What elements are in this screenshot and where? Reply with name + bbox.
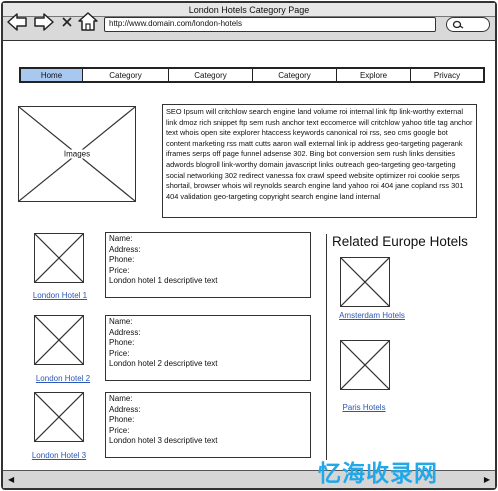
image-label: Images xyxy=(62,149,92,159)
related-image-placeholder xyxy=(340,340,390,390)
hotel-info-box-3: Name: Address: Phone: Price: London hote… xyxy=(105,392,311,458)
column-divider xyxy=(326,234,327,460)
menu-item-category-2[interactable]: Category xyxy=(169,69,253,81)
hotel-name-label: Name: xyxy=(109,394,133,403)
hotel-link-1[interactable]: London Hotel 1 xyxy=(22,291,98,300)
scroll-left-icon[interactable]: ◀ xyxy=(8,475,14,485)
hotel-image-placeholder xyxy=(34,392,84,442)
hotel-address-label: Address: xyxy=(109,244,141,254)
hotel-price-label: Price: xyxy=(109,265,130,275)
browser-search-box[interactable] xyxy=(446,17,490,32)
hotel-description: London hotel 3 descriptive text xyxy=(109,436,218,446)
arrow-back-icon[interactable] xyxy=(6,12,28,32)
close-icon[interactable] xyxy=(60,15,74,29)
hotel-phone-label: Phone: xyxy=(109,255,135,265)
menu-item-category-1[interactable]: Category xyxy=(83,69,169,81)
hotel-phone-label: Phone: xyxy=(109,415,135,425)
hotel-address-label: Address: xyxy=(109,404,141,414)
hotel-address-label: Address: xyxy=(109,327,141,337)
search-icon xyxy=(452,20,464,29)
hotel-link-3[interactable]: London Hotel 3 xyxy=(21,451,97,460)
hotel-info-box-2: Name: Address: Phone: Price: London hote… xyxy=(105,315,311,381)
scroll-right-icon[interactable]: ▶ xyxy=(484,475,490,485)
home-icon[interactable] xyxy=(77,11,99,32)
related-link-amsterdam[interactable]: Amsterdam Hotels xyxy=(330,311,414,320)
hotel-price-label: Price: xyxy=(109,348,130,358)
menu-item-privacy[interactable]: Privacy xyxy=(411,69,483,81)
hotel-phone-label: Phone: xyxy=(109,338,135,348)
related-link-paris[interactable]: Paris Hotels xyxy=(330,403,398,412)
hotel-description: London hotel 2 descriptive text xyxy=(109,359,218,369)
hotel-info-box-1: Name: Address: Phone: Price: London hote… xyxy=(105,232,311,298)
address-bar[interactable]: http://www.domain.com/london-hotels xyxy=(104,17,436,32)
hotel-name-label: Name: xyxy=(109,234,133,243)
hotel-image-placeholder xyxy=(34,315,84,365)
main-menu: Home Category Category Category Explore … xyxy=(19,67,485,83)
hotel-link-2[interactable]: London Hotel 2 xyxy=(25,374,101,383)
hotel-name-label: Name: xyxy=(109,317,133,326)
hotel-price-label: Price: xyxy=(109,425,130,435)
hotel-image-placeholder xyxy=(34,233,84,283)
seo-text-block: SEO Ipsum will critchlow search engine l… xyxy=(162,104,477,218)
hotel-description: London hotel 1 descriptive text xyxy=(109,276,218,286)
arrow-forward-icon[interactable] xyxy=(33,12,55,32)
menu-item-explore[interactable]: Explore xyxy=(337,69,411,81)
menu-item-category-3[interactable]: Category xyxy=(253,69,337,81)
related-hotels-heading: Related Europe Hotels xyxy=(332,234,468,249)
watermark: 忆海收录网 xyxy=(318,460,438,486)
main-image-placeholder: Images xyxy=(18,106,136,202)
menu-item-home[interactable]: Home xyxy=(21,69,83,81)
related-image-placeholder xyxy=(340,257,390,307)
